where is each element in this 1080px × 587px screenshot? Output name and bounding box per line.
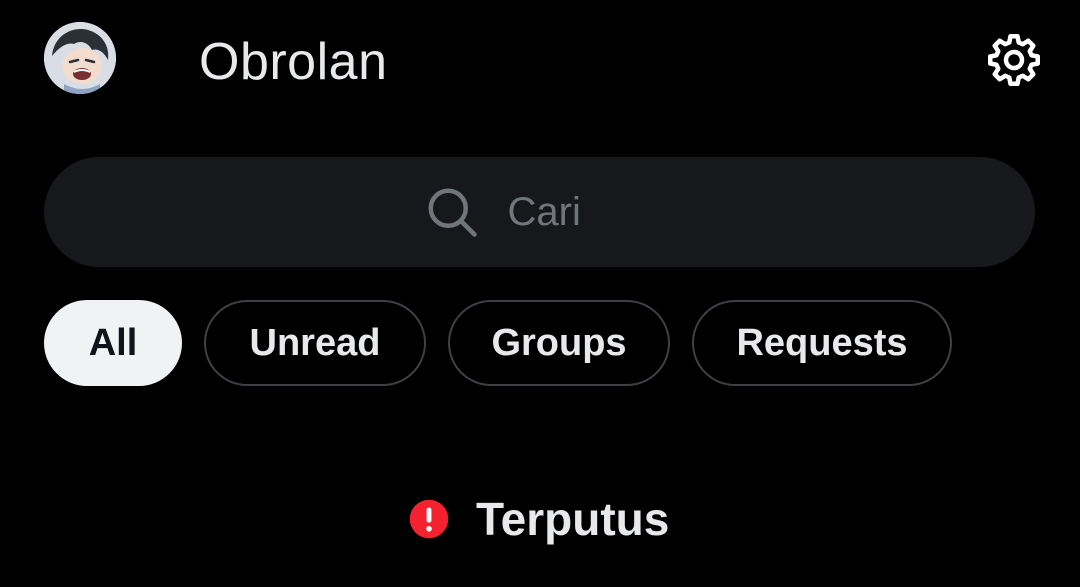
page-title: Obrolan — [199, 33, 388, 91]
top-bar: Obrolan — [0, 0, 1080, 125]
search-bar[interactable] — [44, 157, 1035, 267]
filter-unread-chip[interactable]: Unread — [204, 300, 426, 386]
filter-all-chip[interactable]: All — [44, 300, 182, 386]
avatar-image — [44, 22, 116, 94]
connection-status: Terputus — [408, 488, 669, 550]
filter-chips: All Unread Groups Requests — [44, 300, 952, 390]
status-text: Terputus — [476, 493, 670, 545]
settings-button[interactable] — [980, 26, 1048, 94]
profile-avatar[interactable] — [44, 22, 116, 94]
filter-requests-chip[interactable]: Requests — [692, 300, 952, 386]
search-input[interactable] — [507, 189, 628, 235]
filter-groups-chip[interactable]: Groups — [448, 300, 670, 386]
alert-icon — [408, 498, 450, 540]
search-icon — [422, 182, 482, 242]
gear-icon — [988, 34, 1040, 86]
